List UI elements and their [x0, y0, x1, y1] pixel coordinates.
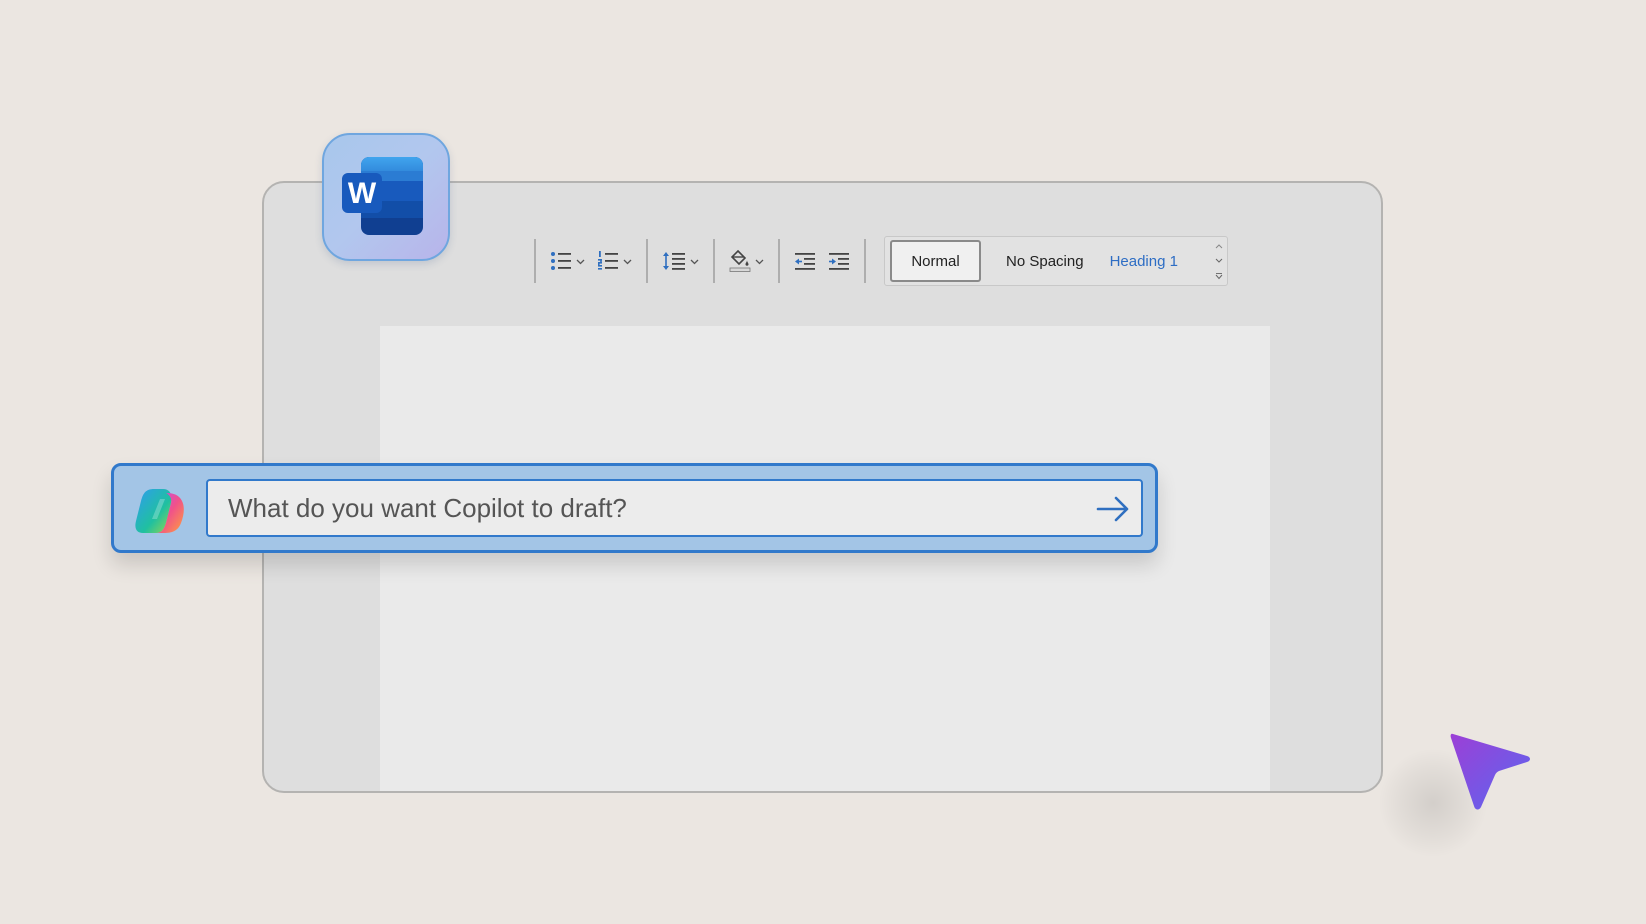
shading-button[interactable] [729, 249, 764, 273]
numbering-button[interactable] [597, 250, 632, 272]
list-group [536, 250, 646, 272]
arrow-right-icon [1096, 496, 1129, 522]
chevron-down-icon[interactable] [755, 257, 764, 266]
increase-indent-button[interactable] [828, 251, 850, 271]
indent-group [780, 251, 864, 271]
style-no-spacing[interactable]: No Spacing [1006, 253, 1084, 270]
chevron-down-icon[interactable] [623, 257, 632, 266]
increase-indent-icon [829, 253, 849, 270]
toolbar-divider [864, 239, 866, 283]
styles-scroll-up[interactable] [1213, 239, 1225, 253]
styles-scroll-down[interactable] [1213, 254, 1225, 268]
styles-more-button[interactable] [1213, 269, 1225, 283]
line-spacing-button[interactable] [662, 250, 699, 272]
word-logo-icon: W [322, 133, 450, 261]
shading-group [715, 249, 778, 273]
svg-text:W: W [348, 177, 377, 210]
send-button[interactable] [1093, 490, 1133, 528]
decrease-indent-icon [795, 253, 815, 270]
chevron-up-icon [1215, 244, 1223, 249]
style-normal[interactable]: Normal [890, 240, 981, 282]
chevron-down-icon[interactable] [690, 257, 699, 266]
copilot-prompt-bar [111, 463, 1158, 553]
style-heading-1[interactable]: Heading 1 [1110, 253, 1178, 270]
spacing-group [648, 250, 713, 272]
formatting-toolbar: Normal No Spacing Heading 1 [534, 236, 1228, 286]
bullets-button[interactable] [550, 250, 585, 272]
paint-bucket-icon [729, 249, 751, 272]
bullet-list-icon [551, 252, 571, 270]
document-page[interactable] [380, 326, 1270, 791]
styles-gallery: Normal No Spacing Heading 1 [884, 236, 1228, 286]
line-spacing-icon [663, 252, 685, 270]
decrease-indent-button[interactable] [794, 251, 816, 271]
copilot-prompt-input[interactable] [206, 479, 1143, 537]
expand-gallery-icon [1215, 273, 1223, 280]
numbered-list-icon [598, 251, 618, 270]
pointer-arrow-icon [1450, 733, 1530, 810]
chevron-down-icon [1215, 258, 1223, 263]
styles-scroll [1213, 239, 1225, 283]
copilot-icon [135, 489, 184, 533]
chevron-down-icon[interactable] [576, 257, 585, 266]
